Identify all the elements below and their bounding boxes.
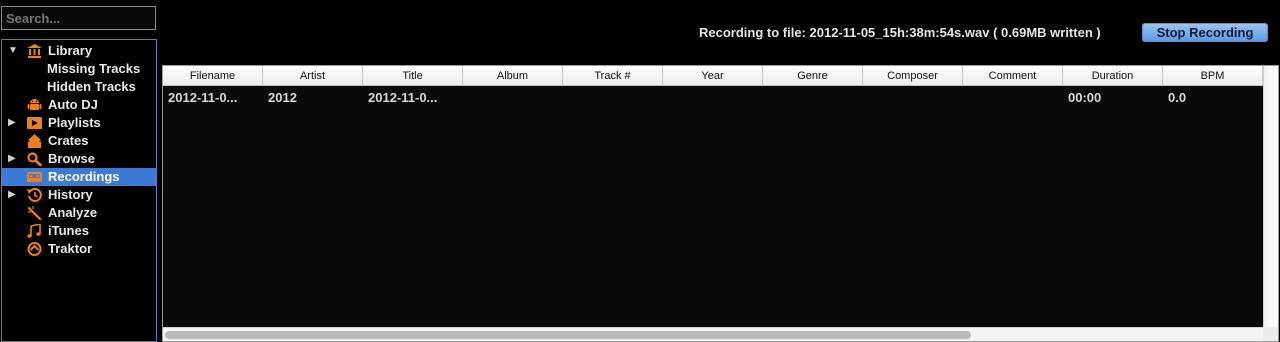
sidebar-item-label: Library <box>48 43 93 58</box>
cell-title: 2012-11-0... <box>368 90 438 105</box>
sidebar-item-browse[interactable]: ▶ Browse <box>2 150 156 168</box>
sidebar-item-missing-tracks[interactable]: Missing Tracks <box>2 60 156 78</box>
library-icon <box>27 44 42 58</box>
recordings-table: Filename Artist Title Album Track # Year… <box>162 65 1279 342</box>
sidebar-item-label: Recordings <box>48 169 120 184</box>
sidebar-item-hidden-tracks[interactable]: Hidden Tracks <box>2 78 156 96</box>
expand-arrow-icon[interactable]: ▶ <box>8 114 18 132</box>
sidebar-item-playlists[interactable]: ▶ Playlists <box>2 114 156 132</box>
cell-album <box>463 89 563 109</box>
cell-comment <box>963 89 1063 109</box>
recording-status-text: Recording to file: 2012-11-05_15h:38m:54… <box>699 25 1101 40</box>
column-header-album[interactable]: Album <box>463 66 563 86</box>
table-body: 2012-11-0... 2012 2012-11-0... 00:00 0.0 <box>163 87 1263 327</box>
cell-filename: 2012-11-0... <box>168 90 238 105</box>
table-header: Filename Artist Title Album Track # Year… <box>163 66 1263 86</box>
android-robot-icon <box>27 99 42 110</box>
cell-year <box>663 89 763 109</box>
column-header-track-number[interactable]: Track # <box>563 66 663 86</box>
magnifier-icon <box>27 152 42 166</box>
traktor-icon <box>27 242 42 256</box>
column-header-genre[interactable]: Genre <box>763 66 863 86</box>
sidebar-item-label: iTunes <box>48 223 89 238</box>
music-note-icon <box>27 224 41 238</box>
cell-composer <box>863 89 963 109</box>
sidebar-item-library[interactable]: ▼ Library <box>2 42 156 60</box>
column-header-composer[interactable]: Composer <box>863 66 963 86</box>
column-header-duration[interactable]: Duration <box>1063 66 1163 86</box>
scrollbar-corner <box>1263 327 1278 341</box>
horizontal-scroll-thumb[interactable] <box>165 331 971 339</box>
cell-track-number <box>563 89 663 109</box>
cell-genre <box>763 89 863 109</box>
sidebar-item-analyze[interactable]: Analyze <box>2 204 156 222</box>
sidebar-item-itunes[interactable]: iTunes <box>2 222 156 240</box>
cell-bpm: 0.0 <box>1168 90 1187 105</box>
horizontal-scrollbar[interactable] <box>163 327 1264 341</box>
stop-recording-button[interactable]: Stop Recording <box>1142 23 1268 42</box>
sidebar-item-label: Browse <box>48 151 95 166</box>
column-header-filename[interactable]: Filename <box>163 66 263 86</box>
column-header-comment[interactable]: Comment <box>963 66 1063 86</box>
history-icon <box>27 188 42 202</box>
vertical-scrollbar[interactable] <box>1263 66 1278 328</box>
cell-artist: 2012 <box>268 90 297 105</box>
sidebar-item-label: Playlists <box>48 115 101 130</box>
sidebar-item-label: Auto DJ <box>48 97 98 112</box>
sidebar-item-auto-dj[interactable]: Auto DJ <box>2 96 156 114</box>
expand-arrow-icon[interactable]: ▼ <box>8 42 18 60</box>
table-row[interactable]: 2012-11-0... 2012 2012-11-0... 00:00 0.0 <box>163 89 1263 109</box>
sidebar-item-recordings[interactable]: Recordings <box>2 168 156 186</box>
column-header-bpm[interactable]: BPM <box>1163 66 1263 86</box>
wand-icon <box>27 206 42 220</box>
column-header-year[interactable]: Year <box>663 66 763 86</box>
column-header-artist[interactable]: Artist <box>263 66 363 86</box>
sidebar-item-label: Missing Tracks <box>47 61 141 76</box>
expand-arrow-icon[interactable]: ▶ <box>8 186 18 204</box>
sidebar-item-history[interactable]: ▶ History <box>2 186 156 204</box>
sidebar-item-traktor[interactable]: Traktor <box>2 240 156 258</box>
sidebar-item-label: Hidden Tracks <box>47 79 136 94</box>
sidebar-item-label: Crates <box>48 133 89 148</box>
cassette-icon <box>27 172 42 182</box>
column-header-title[interactable]: Title <box>363 66 463 86</box>
cell-duration: 00:00 <box>1068 90 1102 105</box>
sidebar-item-label: Traktor <box>48 241 93 256</box>
playlist-icon <box>27 117 42 129</box>
expand-arrow-icon[interactable]: ▶ <box>8 150 18 168</box>
search-input[interactable] <box>1 6 156 30</box>
library-sidebar-tree: ▼ Library Missing Tracks Hidden Tracks A… <box>1 39 157 342</box>
sidebar-item-label: Analyze <box>48 205 98 220</box>
sidebar-item-crates[interactable]: Crates <box>2 132 156 150</box>
sidebar-item-label: History <box>48 187 93 202</box>
crate-icon <box>28 134 41 148</box>
